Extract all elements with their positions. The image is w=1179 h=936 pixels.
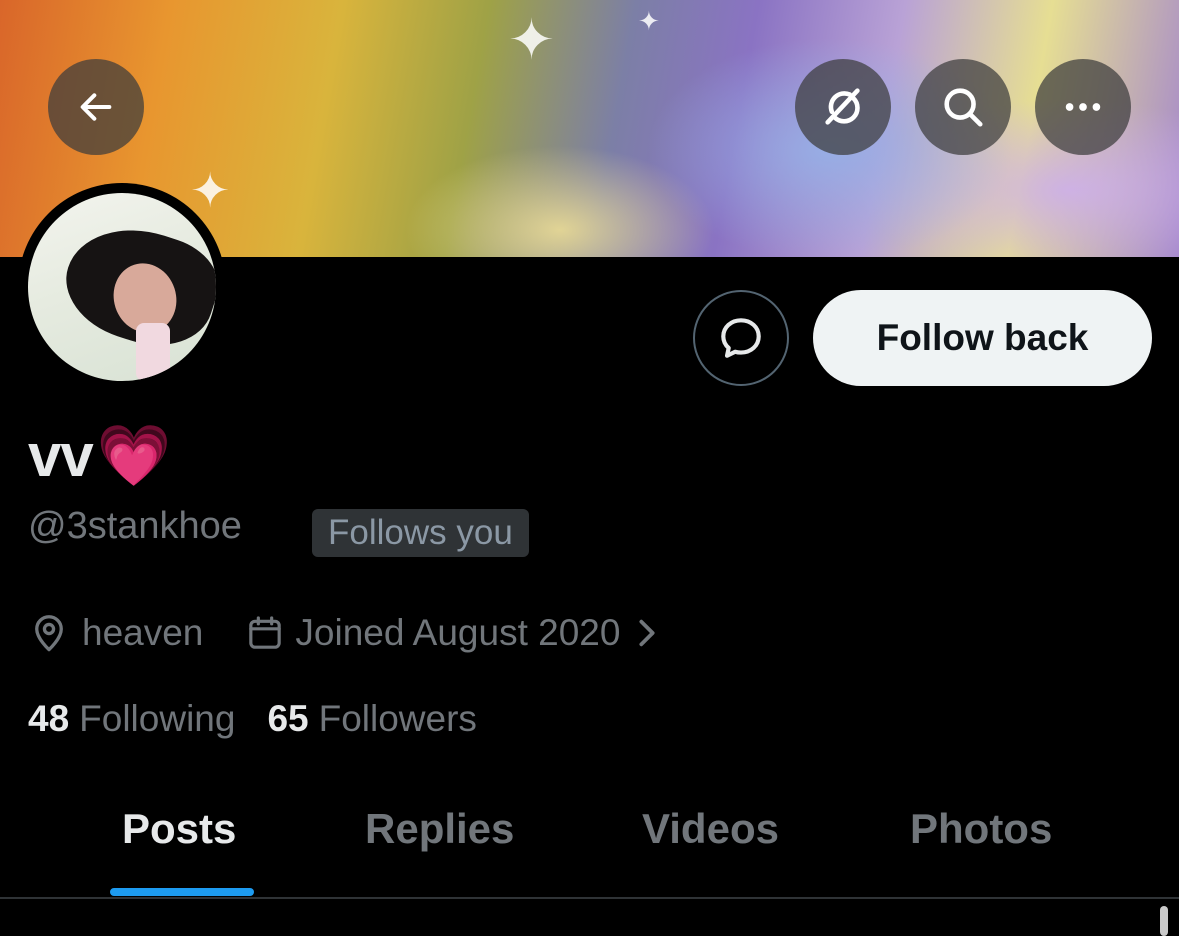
- followers-count: 65: [267, 698, 309, 739]
- location-pin-icon: [35, 615, 63, 652]
- joined-date-item[interactable]: Joined August 2020: [245, 612, 660, 654]
- display-name-text: vv: [28, 421, 94, 489]
- heart-emoji: 💗: [96, 421, 172, 489]
- profile-tabs: Posts Replies Videos Photos: [0, 785, 1179, 897]
- back-button[interactable]: [48, 59, 144, 155]
- sparkle-decoration: ✦: [508, 8, 555, 71]
- sparkle-decoration: ✦: [190, 165, 231, 218]
- avatar[interactable]: [28, 193, 216, 381]
- profile-meta-row: heaven Joined August 2020: [28, 606, 660, 660]
- tabs-divider: [0, 897, 1179, 899]
- sparkle-decoration: ✦: [638, 6, 660, 36]
- tab-videos[interactable]: Videos: [642, 805, 779, 853]
- follow-stats: 48 Following 65 Followers: [28, 692, 477, 746]
- active-tab-indicator: [110, 888, 254, 896]
- calendar-icon: [249, 616, 282, 649]
- chat-bubble-icon: [721, 318, 761, 358]
- arrow-left-icon: [80, 93, 112, 121]
- following-count: 48: [28, 698, 70, 739]
- follows-you-badge: Follows you: [312, 509, 529, 557]
- message-button[interactable]: [693, 290, 789, 386]
- following-link[interactable]: 48 Following: [28, 698, 235, 740]
- chevron-right-icon: [639, 619, 656, 647]
- followers-label: Followers: [318, 698, 477, 739]
- more-horizontal-icon: [1065, 103, 1101, 111]
- tab-replies[interactable]: Replies: [365, 805, 514, 853]
- following-label: Following: [79, 698, 236, 739]
- location-text: heaven: [82, 612, 204, 653]
- search-button[interactable]: [915, 59, 1011, 155]
- scrollbar[interactable]: [1160, 906, 1168, 936]
- follow-back-button[interactable]: Follow back: [813, 290, 1152, 386]
- tab-photos[interactable]: Photos: [910, 805, 1052, 853]
- grok-button[interactable]: [795, 59, 891, 155]
- joined-date-text: Joined August 2020: [295, 612, 621, 653]
- grok-icon: [825, 88, 860, 125]
- tab-posts[interactable]: Posts: [122, 805, 236, 853]
- username-handle: @3stankhoe: [28, 505, 242, 547]
- followers-link[interactable]: 65 Followers: [267, 698, 476, 740]
- more-options-button[interactable]: [1035, 59, 1131, 155]
- avatar-phone-shape: [136, 323, 170, 381]
- search-icon: [944, 88, 983, 127]
- location-item: heaven: [28, 612, 203, 654]
- display-name: vv 💗: [28, 420, 172, 490]
